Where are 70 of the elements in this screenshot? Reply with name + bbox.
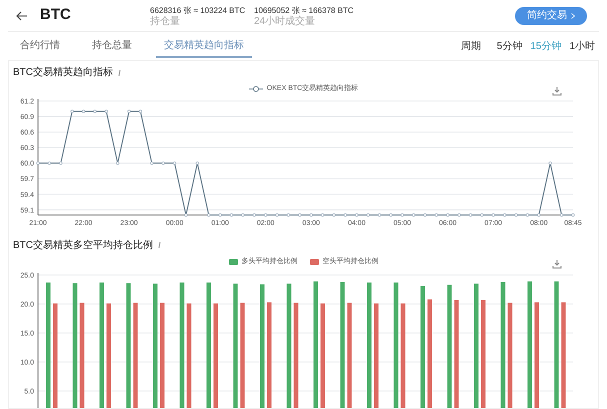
- data-point: [492, 212, 495, 216]
- tab[interactable]: 交易精英趋向指标: [156, 34, 252, 58]
- data-point: [162, 161, 165, 164]
- data-point: [93, 109, 97, 112]
- data-point: [196, 161, 199, 164]
- data-point: [378, 212, 382, 216]
- data-point: [218, 212, 222, 216]
- stat-label: 持仓量: [150, 16, 181, 26]
- chart-title: BTC交易精英多空平均持仓比例: [13, 238, 153, 252]
- data-point: [560, 212, 564, 216]
- stat-value: 6628316 张 ≈ 103224 BTC: [150, 4, 246, 16]
- data-point: [241, 212, 244, 216]
- data-point: [173, 161, 176, 164]
- data-point: [48, 161, 51, 164]
- data-point: [458, 212, 461, 216]
- data-point: [344, 212, 347, 216]
- download-icon[interactable]: [552, 86, 562, 96]
- chart-title: BTC交易精英趋向指标: [13, 66, 113, 80]
- stat-label: 24小时成交量: [254, 16, 316, 26]
- data-point: [138, 109, 142, 112]
- data-point: [127, 109, 131, 112]
- data-point: [571, 212, 575, 216]
- page-title: BTC: [40, 5, 72, 26]
- simple-trade-button[interactable]: 简约交易: [515, 6, 587, 24]
- period-option[interactable]: 15分钟: [530, 38, 562, 54]
- data-point: [275, 212, 279, 216]
- data-point: [59, 161, 62, 164]
- stat-value: 10695052 张 ≈ 166378 BTC: [254, 4, 355, 16]
- data-point: [526, 212, 530, 216]
- data-point: [207, 212, 210, 216]
- data-point: [480, 212, 484, 216]
- download-icon[interactable]: [552, 258, 562, 268]
- data-point: [310, 212, 313, 216]
- data-point: [230, 212, 234, 216]
- data-point: [537, 212, 540, 216]
- data-point: [514, 212, 518, 216]
- data-point: [366, 212, 370, 216]
- data-point: [332, 212, 336, 216]
- data-point: [503, 212, 506, 216]
- data-point: [104, 109, 108, 112]
- data-point: [355, 212, 358, 216]
- info-icon[interactable]: [117, 68, 122, 76]
- data-point: [70, 109, 74, 112]
- data-point: [423, 212, 427, 216]
- data-point: [298, 212, 302, 216]
- data-point: [548, 161, 552, 164]
- data-point: [116, 161, 120, 164]
- data-point: [389, 212, 392, 216]
- period-label: 周期: [460, 40, 481, 54]
- data-point: [184, 212, 188, 216]
- data-point: [286, 212, 290, 216]
- data-point: [252, 212, 256, 216]
- back-arrow-icon[interactable]: [16, 10, 28, 20]
- data-point: [412, 212, 416, 216]
- period-option[interactable]: 5分钟: [496, 38, 522, 54]
- tab[interactable]: 合约行情: [12, 34, 68, 58]
- chevron-right-icon: [571, 12, 575, 18]
- data-point: [36, 161, 40, 164]
- legend-line-icon: [248, 86, 263, 92]
- data-point: [150, 161, 154, 164]
- data-point: [264, 212, 268, 216]
- data-point: [434, 212, 438, 216]
- data-point: [320, 212, 324, 216]
- data-point: [446, 212, 450, 216]
- tab[interactable]: 持仓总量: [84, 34, 140, 58]
- data-point: [82, 109, 86, 112]
- period-option[interactable]: 1小时: [569, 38, 595, 54]
- info-icon[interactable]: [157, 241, 162, 249]
- data-point: [468, 212, 472, 216]
- data-point: [400, 212, 404, 216]
